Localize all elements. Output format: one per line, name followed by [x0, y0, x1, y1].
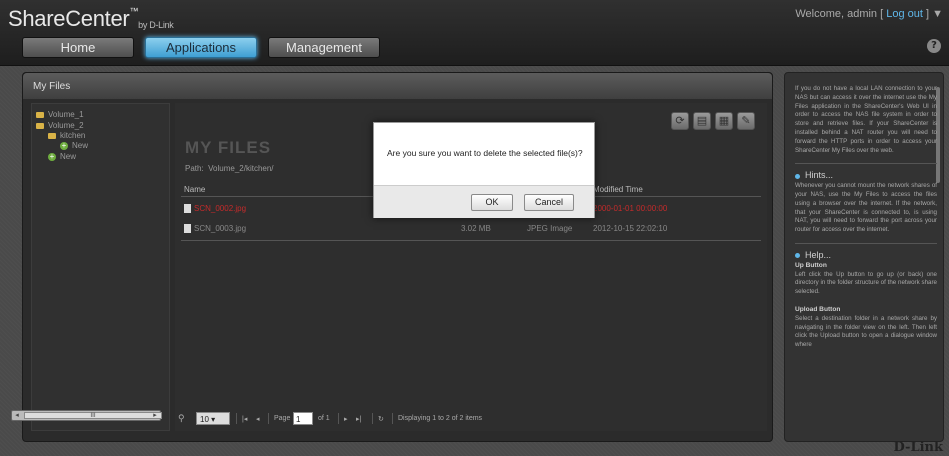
file-toolbar: ⟳ ▤ ▦ ✎: [667, 109, 755, 130]
welcome-prefix: Welcome, admin [: [795, 8, 887, 20]
first-page-icon[interactable]: |◂: [242, 415, 247, 423]
help-heading: Help...: [795, 249, 937, 260]
breadcrumb: Path: Volume_2/kitchen/: [185, 164, 274, 173]
delete-confirm-dialog: Are you sure you want to delete the sele…: [373, 122, 595, 218]
brand-tm: ™: [129, 6, 139, 16]
user-menu-arrow-icon[interactable]: ▼: [932, 8, 943, 20]
dialog-footer: OK Cancel: [374, 185, 594, 218]
page-of-label: of 1: [318, 415, 330, 422]
folder-icon: [48, 132, 56, 139]
tab-home[interactable]: Home: [22, 37, 134, 58]
tree-item-label: kitchen: [60, 131, 86, 140]
file-modified: 2000-01-01 00:00:00: [593, 204, 668, 213]
top-header: ShareCenter™by D-Link Welcome, admin [ L…: [0, 0, 949, 66]
cancel-button[interactable]: Cancel: [524, 194, 574, 211]
divider: [338, 413, 339, 424]
file-modified: 2012-10-15 22:02:10: [593, 224, 668, 233]
refresh-icon[interactable]: ↻: [378, 415, 384, 423]
hints-heading: Hints...: [795, 171, 937, 180]
divider: [795, 242, 937, 244]
bullet-icon: [795, 253, 800, 259]
divider: [236, 413, 237, 424]
paste-icon[interactable]: ▦: [715, 112, 733, 130]
dlink-logo: D-Link: [893, 440, 943, 455]
tree-item-new-folder[interactable]: + New: [48, 152, 76, 162]
plus-icon: +: [60, 140, 68, 150]
file-type: JPEG Image: [527, 224, 573, 233]
tree-item-new-folder[interactable]: + New: [60, 141, 88, 151]
help-intro: If you do not have a local LAN connectio…: [795, 85, 937, 154]
tree-item-kitchen[interactable]: kitchen: [48, 131, 85, 141]
scroll-right-icon[interactable]: ▸: [150, 411, 160, 420]
brand-subtitle: by D-Link: [138, 20, 174, 30]
file-name: SCN_0003.jpg: [194, 224, 247, 233]
file-icon: [184, 224, 191, 233]
hints-title: Hints...: [805, 170, 834, 181]
up-button-text: Left click the Up button to go up (or ba…: [795, 270, 937, 296]
last-page-icon[interactable]: ▸|: [356, 415, 361, 423]
next-page-icon[interactable]: ▸: [344, 415, 348, 423]
column-header-name[interactable]: Name: [184, 185, 205, 194]
file-size: 3.02 MB: [461, 224, 491, 233]
tree-item-label: New: [72, 141, 89, 150]
dialog-message: Are you sure you want to delete the sele…: [387, 148, 583, 158]
tree-item-label: Volume_2: [48, 121, 84, 130]
column-header-modified[interactable]: Modified Time: [593, 185, 643, 194]
help-content: If you do not have a local LAN connectio…: [795, 85, 937, 350]
page-label: Page: [274, 415, 291, 422]
table-row[interactable]: SCN_0003.jpg 3.02 MB JPEG Image 2012-10-…: [181, 220, 761, 236]
welcome-suffix: ]: [922, 8, 930, 20]
up-button-title: Up Button: [795, 261, 827, 269]
folder-icon: [36, 111, 44, 118]
tab-management[interactable]: Management: [268, 37, 380, 58]
upload-button-title: Upload Button: [795, 305, 841, 313]
divider: [268, 413, 269, 424]
tree-item-label: Volume_1: [48, 110, 84, 119]
tree-item-volume-1[interactable]: Volume_1: [36, 110, 84, 120]
file-icon: [184, 204, 191, 213]
divider: [372, 413, 373, 424]
prev-page-icon[interactable]: ◂: [256, 415, 260, 423]
tag-icon[interactable]: ✎: [737, 112, 755, 130]
upload-button-text: Select a destination folder in a network…: [795, 314, 937, 349]
divider: [181, 240, 761, 241]
tab-applications[interactable]: Applications: [145, 37, 257, 58]
scroll-left-icon[interactable]: ◂: [12, 411, 22, 420]
scrollbar-thumb[interactable]: III: [24, 412, 162, 419]
display-info: Displaying 1 to 2 of 2 items: [398, 415, 483, 422]
tree-scrollbar[interactable]: ◂ III ▸: [11, 410, 162, 421]
divider: [392, 413, 393, 424]
logout-link[interactable]: Log out: [886, 8, 923, 20]
copy-icon[interactable]: ▤: [693, 112, 711, 130]
folder-icon: [36, 122, 44, 129]
sharecenter-logo: ShareCenter™by D-Link: [8, 6, 174, 31]
hints-text: Whenever you cannot mount the network sh…: [795, 182, 937, 234]
page-size-select[interactable]: 10 ▾: [196, 412, 230, 425]
tree-item-label: New: [60, 152, 77, 161]
bullet-icon: [795, 173, 800, 179]
help-panel: If you do not have a local LAN connectio…: [784, 72, 944, 442]
page-size-value: 10: [200, 415, 209, 424]
tree-item-volume-2[interactable]: Volume_2: [36, 121, 84, 131]
ok-button[interactable]: OK: [471, 194, 513, 211]
help-title: Help...: [805, 249, 832, 260]
page-title: MY FILES: [185, 138, 272, 157]
page-number-input[interactable]: 1: [293, 412, 313, 425]
path-label: Path:: [185, 164, 204, 173]
folder-tree: Volume_1 Volume_2 kitchen + New + New: [31, 103, 170, 431]
pagination-bar: ⚲ 10 ▾ |◂ ◂ Page 1 of 1 ▸ ▸| ↻ Displayin…: [178, 412, 698, 426]
file-name: SCN_0002.jpg: [194, 204, 247, 213]
help-icon[interactable]: ?: [927, 39, 941, 53]
welcome-text: Welcome, admin [ Log out ] ▼: [795, 8, 943, 20]
search-icon[interactable]: ⚲: [178, 413, 185, 424]
path-value: Volume_2/kitchen/: [208, 164, 274, 173]
divider: [795, 163, 937, 165]
panel-title: My Files: [23, 73, 772, 99]
plus-icon: +: [48, 151, 56, 161]
refresh-icon[interactable]: ⟳: [671, 112, 689, 130]
